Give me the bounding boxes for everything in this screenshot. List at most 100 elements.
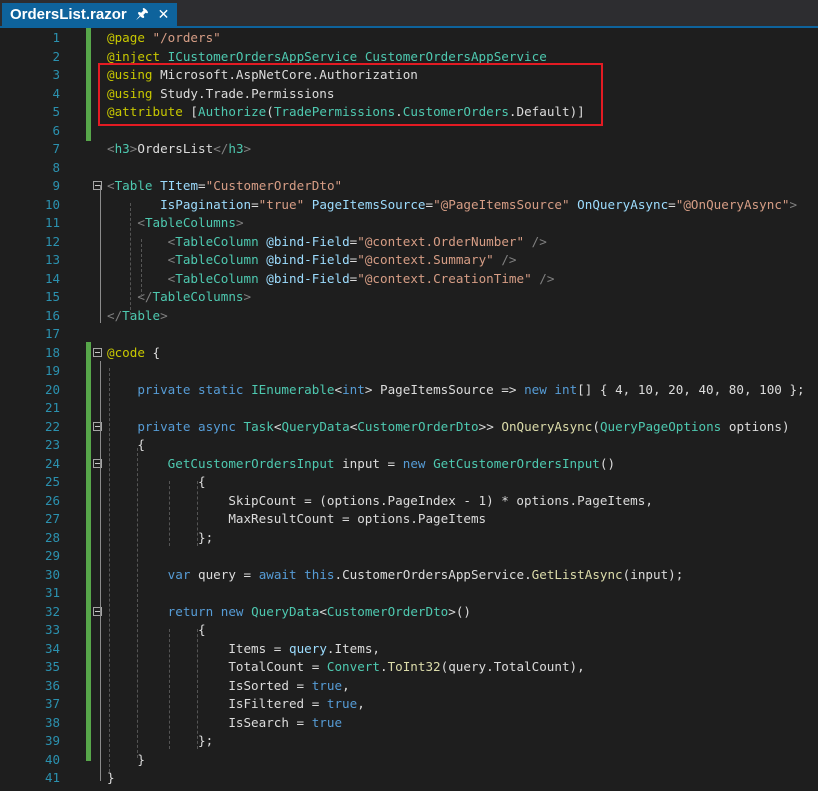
code-line[interactable]: 21 <box>0 399 818 418</box>
code-line[interactable]: 8 <box>0 159 818 178</box>
code-line[interactable]: 20 private static IEnumerable<int> PageI… <box>0 381 818 400</box>
line-number: 5 <box>52 104 60 119</box>
line-number: 20 <box>44 381 60 397</box>
code-line[interactable]: 41} <box>0 769 818 788</box>
line-number: 13 <box>44 252 60 267</box>
code-text: </TableColumns> <box>107 288 251 307</box>
code-token: ( <box>592 418 600 434</box>
code-line[interactable]: 12 <TableColumn @bind-Field="@context.Or… <box>0 233 818 252</box>
code-token: @bind-Field <box>266 252 350 267</box>
code-line[interactable]: 35 TotalCount = Convert.ToInt32(query.To… <box>0 658 818 677</box>
code-line[interactable]: 32 return new QueryData<CustomerOrderDto… <box>0 603 818 622</box>
code-line[interactable]: 40 } <box>0 751 818 770</box>
line-number: 34 <box>44 640 60 656</box>
tab-filename: OrdersList.razor <box>10 6 127 23</box>
code-token: QueryData <box>251 603 320 619</box>
code-line[interactable]: 39 }; <box>0 732 818 751</box>
code-token: "CustomerOrderDto" <box>205 178 343 193</box>
code-line[interactable]: 17 <box>0 325 818 344</box>
code-line[interactable]: 7 <h3>OrdersList</h3> <box>0 140 818 159</box>
line-number: 41 <box>44 770 60 785</box>
code-token: Table <box>114 178 153 193</box>
line-number: 19 <box>44 363 60 378</box>
code-token: </ <box>213 141 229 156</box>
code-line[interactable]: 22 private async Task<QueryData<Customer… <box>0 418 818 437</box>
code-token: > <box>243 141 252 156</box>
code-token: GetCustomerOrdersInput <box>433 455 600 471</box>
code-line[interactable]: 27 MaxResultCount = options.PageItems <box>0 510 818 529</box>
code-text: <Table TItem="CustomerOrderDto" <box>107 177 342 196</box>
code-token: > <box>243 289 252 304</box>
code-line[interactable]: 33 { <box>0 621 818 640</box>
code-token: ICustomerOrdersAppService <box>167 48 358 64</box>
code-line[interactable]: 36 IsSorted = true, <box>0 677 818 696</box>
code-token: IsFiltered = <box>107 696 327 711</box>
indent-guide <box>130 203 131 315</box>
code-token: TableColumn <box>175 233 259 249</box>
code-line[interactable]: 18 @code { <box>0 344 818 363</box>
code-token: new <box>524 381 555 397</box>
code-text: IsSorted = true, <box>107 677 349 696</box>
line-number: 1 <box>52 30 60 45</box>
code-line[interactable]: 29 <box>0 547 818 566</box>
code-token: TableColumns <box>152 289 244 304</box>
code-token: < <box>107 178 115 193</box>
code-token: > <box>789 196 798 212</box>
code-token: OnQueryAsync <box>577 196 669 212</box>
close-icon[interactable]: ✕ <box>158 6 170 23</box>
code-line[interactable]: 16 </Table> <box>0 307 818 326</box>
code-token: GetListAsync <box>531 566 623 582</box>
code-line[interactable]: 24 GetCustomerOrdersInput input = new Ge… <box>0 455 818 474</box>
code-token: [] { 4, 10, 20, 40, 80, 100 }; <box>577 381 805 397</box>
code-token: @page <box>107 30 153 45</box>
code-line[interactable]: 31 <box>0 584 818 603</box>
code-text: Items = query.Items, <box>107 640 380 659</box>
code-line[interactable]: 37 IsFiltered = true, <box>0 695 818 714</box>
code-text: { <box>107 621 206 640</box>
code-editor[interactable]: 1 @page "/orders" 2 @inject ICustomerOrders… <box>0 28 818 791</box>
code-line[interactable]: 11 <TableColumns> <box>0 214 818 233</box>
code-token: MaxResultCount = options.PageItems <box>107 511 487 526</box>
code-line[interactable]: 23 { <box>0 436 818 455</box>
code-text: MaxResultCount = options.PageItems <box>107 510 486 529</box>
indent-guide <box>197 481 198 546</box>
code-token: "@context.CreationTime" <box>357 270 532 286</box>
code-token: { <box>107 437 145 452</box>
line-number: 16 <box>44 307 60 323</box>
code-line[interactable]: 30 var query = await this.CustomerOrders… <box>0 566 818 585</box>
code-token: await this <box>258 566 335 582</box>
pin-icon[interactable]: 🖈︎ <box>136 3 149 27</box>
code-token: </ <box>107 307 123 323</box>
code-token: return new <box>167 603 252 619</box>
code-line[interactable]: 26 SkipCount = (options.PageIndex - 1) *… <box>0 492 818 511</box>
code-token: </ <box>137 289 153 304</box>
code-line[interactable]: 19 <box>0 362 818 381</box>
code-line[interactable]: 1 @page "/orders" <box>0 29 818 48</box>
code-line[interactable]: 15 </TableColumns> <box>0 288 818 307</box>
code-text: private async Task<QueryData<CustomerOrd… <box>107 418 789 437</box>
code-token: IsPagination <box>160 196 252 212</box>
code-token: h3 <box>114 141 130 156</box>
code-text: <TableColumns> <box>107 214 243 233</box>
code-token: TotalCount = <box>107 659 327 674</box>
code-line[interactable]: 28 }; <box>0 529 818 548</box>
code-line[interactable]: 10 IsPagination="true" PageItemsSource="… <box>0 196 818 215</box>
line-number: 3 <box>52 67 60 82</box>
tab-orderslist-razor[interactable]: OrdersList.razor 🖈︎ ✕ <box>2 3 178 27</box>
code-token: PageItemsSource <box>311 196 426 212</box>
line-number: 18 <box>44 344 60 360</box>
code-line[interactable]: 34 Items = query.Items, <box>0 640 818 659</box>
code-token: = <box>251 196 259 212</box>
line-number: 17 <box>44 326 60 341</box>
collapse-icon[interactable] <box>93 347 102 357</box>
line-number: 32 <box>44 603 60 619</box>
code-line[interactable]: 25 { <box>0 473 818 492</box>
code-line[interactable]: 13 <TableColumn @bind-Field="@context.Su… <box>0 251 818 270</box>
line-number: 14 <box>44 270 60 286</box>
code-line[interactable]: 38 IsSearch = true <box>0 714 818 733</box>
code-line[interactable]: 14 <TableColumn @bind-Field="@context.Cr… <box>0 270 818 289</box>
code-line[interactable]: 9 <Table TItem="CustomerOrderDto" <box>0 177 818 196</box>
